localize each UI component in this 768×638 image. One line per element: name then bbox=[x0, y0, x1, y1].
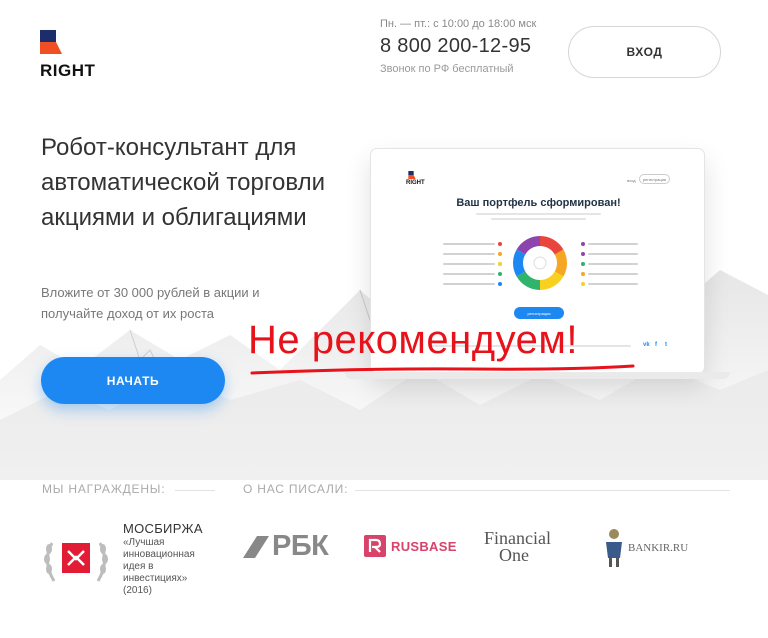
preview-twitter-icon: t bbox=[665, 342, 667, 348]
preview-facebook-icon: f bbox=[655, 342, 657, 348]
press-section-label: О НАС ПИСАЛИ: bbox=[243, 482, 349, 496]
contact-block: Пн. — пт.: с 10:00 до 18:00 мск 8 800 20… bbox=[380, 18, 536, 75]
preview-text-line bbox=[491, 218, 586, 220]
overlay-underline bbox=[250, 364, 635, 375]
preview-legend-item bbox=[443, 262, 502, 266]
press-divider bbox=[355, 490, 730, 491]
preview-legend-item bbox=[443, 272, 502, 276]
award-title: МОСБИРЖА bbox=[123, 521, 203, 536]
rusbase-mark-icon bbox=[364, 535, 386, 557]
preview-vk-icon: vk bbox=[643, 342, 650, 348]
bankir-logo[interactable]: BANKIR.RU bbox=[602, 528, 688, 568]
awards-divider bbox=[175, 490, 215, 491]
hero-title: Робот-консультант для автоматической тор… bbox=[41, 134, 326, 231]
brand-name: RIGHT bbox=[40, 61, 96, 80]
financial-one-line2: One bbox=[499, 545, 529, 565]
rbk-logo[interactable]: РБК bbox=[243, 530, 329, 563]
awards-section-label: МЫ НАГРАЖДЕНЫ: bbox=[42, 482, 166, 496]
preview-legend-item bbox=[443, 252, 502, 256]
login-button[interactable]: ВХОД bbox=[568, 26, 721, 78]
award-text: «Лучшая инновационная идея в инвестициях… bbox=[123, 537, 195, 596]
brand-mark-icon bbox=[40, 30, 62, 54]
preview-text-line bbox=[476, 213, 601, 215]
preview-legend-item bbox=[581, 282, 638, 286]
bankir-figure-icon bbox=[606, 529, 622, 567]
rusbase-logo-text: RUSBASE bbox=[391, 538, 457, 554]
phone-note: Звонок по РФ бесплатный bbox=[380, 63, 514, 75]
award-description: МОСБИРЖА «Лучшая инновационная идея в ин… bbox=[123, 521, 218, 597]
moex-award-icon bbox=[44, 542, 108, 582]
start-button[interactable]: НАЧАТЬ bbox=[41, 357, 225, 404]
preview-brand-name: RIGHT bbox=[406, 180, 425, 186]
overlay-warning-text: Не рекомендуем! bbox=[248, 318, 579, 362]
preview-legend-item bbox=[443, 282, 502, 286]
preview-login-link: вход bbox=[627, 178, 636, 183]
preview-legend-item bbox=[443, 242, 502, 246]
preview-legend-item bbox=[581, 252, 638, 256]
preview-register-button: регистрация bbox=[639, 174, 670, 184]
preview-legend-item bbox=[581, 262, 638, 266]
preview-brand-mark-icon bbox=[408, 171, 416, 179]
preview-title: Ваш портфель сформирован! bbox=[456, 197, 621, 209]
rbk-logo-text: РБК bbox=[272, 530, 329, 562]
financial-one-logo[interactable]: Financial One bbox=[484, 529, 551, 565]
preview-legend-item bbox=[581, 242, 638, 246]
phone-number[interactable]: 8 800 200-12-95 bbox=[380, 35, 536, 58]
rusbase-logo[interactable]: RUSBASE bbox=[364, 535, 457, 557]
portfolio-donut-chart bbox=[513, 236, 567, 290]
working-hours: Пн. — пт.: с 10:00 до 18:00 мск bbox=[380, 18, 537, 30]
rbk-mark-icon bbox=[243, 535, 269, 558]
brand-logo[interactable]: RIGHT bbox=[40, 30, 95, 81]
preview-legend-item bbox=[581, 272, 638, 276]
bankir-logo-text: BANKIR.RU bbox=[628, 542, 689, 554]
